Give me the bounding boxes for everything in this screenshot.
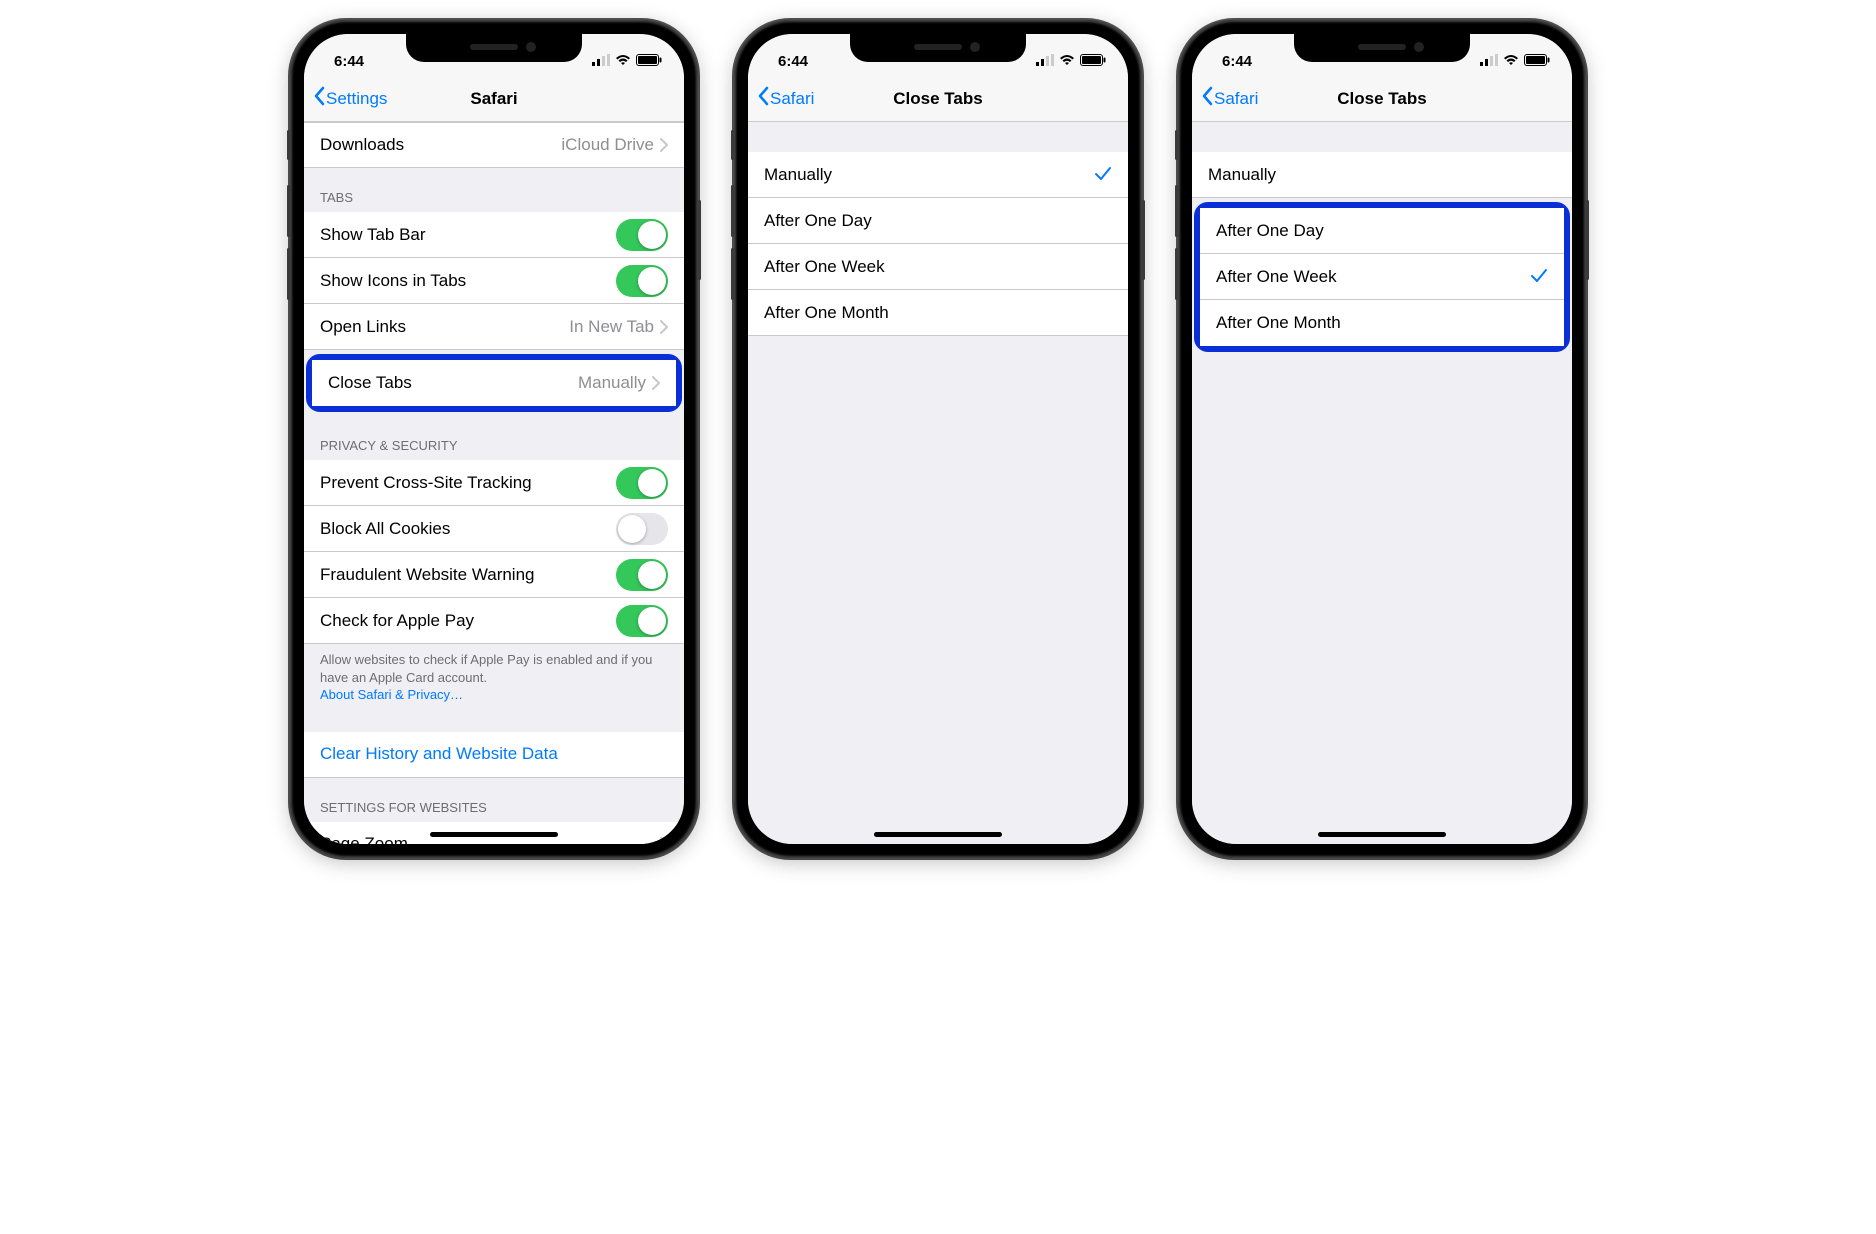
fraud-warning-row[interactable]: Fraudulent Website Warning <box>304 552 684 598</box>
option-one-day[interactable]: After One Day <box>748 198 1128 244</box>
home-indicator <box>874 832 1002 837</box>
battery-icon <box>1080 53 1106 70</box>
block-cookies-toggle[interactable] <box>616 513 668 545</box>
notch <box>406 34 582 62</box>
back-button[interactable]: Safari <box>756 86 814 111</box>
nav-bar: Safari Close Tabs <box>1192 76 1572 122</box>
page-title: Close Tabs <box>1337 89 1426 109</box>
block-cookies-label: Block All Cookies <box>320 519 450 539</box>
privacy-footer-link[interactable]: About Safari & Privacy… <box>320 687 463 702</box>
chevron-right-icon <box>660 320 668 334</box>
close-tabs-highlight: Close Tabs Manually <box>306 354 682 412</box>
option-one-week[interactable]: After One Week <box>1200 254 1564 300</box>
wifi-icon <box>1503 53 1519 70</box>
page-title: Safari <box>470 89 517 109</box>
downloads-row[interactable]: Downloads iCloud Drive <box>304 122 684 168</box>
status-time: 6:44 <box>334 53 364 70</box>
status-time: 6:44 <box>778 53 808 70</box>
nav-bar: Settings Safari <box>304 76 684 122</box>
option-label: Manually <box>764 165 832 185</box>
chevron-right-icon <box>652 376 660 390</box>
prevent-tracking-row[interactable]: Prevent Cross-Site Tracking <box>304 460 684 506</box>
phone-3: 6:44 Safari Close Tabs Manually After On… <box>1178 20 1586 858</box>
wifi-icon <box>1059 53 1075 70</box>
notch <box>1294 34 1470 62</box>
apple-pay-label: Check for Apple Pay <box>320 611 474 631</box>
tabs-section-header: TABS <box>304 168 684 212</box>
checkmark-icon <box>1530 264 1548 290</box>
option-label: Manually <box>1208 165 1276 185</box>
phone-1: 6:44 Settings Safari Downloads iCloud Dr… <box>290 20 698 858</box>
fraud-warning-toggle[interactable] <box>616 559 668 591</box>
show-icons-label: Show Icons in Tabs <box>320 271 466 291</box>
show-tab-bar-row[interactable]: Show Tab Bar <box>304 212 684 258</box>
chevron-left-icon <box>756 86 770 111</box>
close-tabs-label: Close Tabs <box>328 373 412 393</box>
cellular-icon <box>592 53 610 70</box>
status-time: 6:44 <box>1222 53 1252 70</box>
downloads-value: iCloud Drive <box>561 135 654 155</box>
option-label: After One Day <box>764 211 872 231</box>
option-label: After One Month <box>1216 313 1341 333</box>
apple-pay-toggle[interactable] <box>616 605 668 637</box>
battery-icon <box>636 53 662 70</box>
open-links-row[interactable]: Open Links In New Tab <box>304 304 684 350</box>
close-tabs-row[interactable]: Close Tabs Manually <box>312 360 676 406</box>
option-one-month[interactable]: After One Month <box>748 290 1128 336</box>
downloads-label: Downloads <box>320 135 404 155</box>
option-label: After One Week <box>1216 267 1337 287</box>
chevron-left-icon <box>1200 86 1214 111</box>
apple-pay-row[interactable]: Check for Apple Pay <box>304 598 684 644</box>
clear-history-label: Clear History and Website Data <box>320 744 558 764</box>
show-icons-row[interactable]: Show Icons in Tabs <box>304 258 684 304</box>
home-indicator <box>1318 832 1446 837</box>
option-one-month[interactable]: After One Month <box>1200 300 1564 346</box>
option-label: After One Week <box>764 257 885 277</box>
option-one-week[interactable]: After One Week <box>748 244 1128 290</box>
back-label: Safari <box>770 89 814 109</box>
notch <box>850 34 1026 62</box>
show-icons-toggle[interactable] <box>616 265 668 297</box>
back-button[interactable]: Safari <box>1200 86 1258 111</box>
open-links-value: In New Tab <box>569 317 654 337</box>
show-tab-bar-label: Show Tab Bar <box>320 225 426 245</box>
page-zoom-label: Page Zoom <box>320 834 408 844</box>
chevron-right-icon <box>660 837 668 844</box>
wifi-icon <box>615 53 631 70</box>
close-tabs-value: Manually <box>578 373 646 393</box>
show-tab-bar-toggle[interactable] <box>616 219 668 251</box>
cellular-icon <box>1036 53 1054 70</box>
option-label: After One Month <box>764 303 889 323</box>
websites-section-header: SETTINGS FOR WEBSITES <box>304 778 684 822</box>
open-links-label: Open Links <box>320 317 406 337</box>
page-title: Close Tabs <box>893 89 982 109</box>
block-cookies-row[interactable]: Block All Cookies <box>304 506 684 552</box>
option-manually[interactable]: Manually <box>748 152 1128 198</box>
privacy-section-header: PRIVACY & SECURITY <box>304 416 684 460</box>
option-label: After One Day <box>1216 221 1324 241</box>
back-label: Settings <box>326 89 387 109</box>
prevent-tracking-toggle[interactable] <box>616 467 668 499</box>
home-indicator <box>430 832 558 837</box>
cellular-icon <box>1480 53 1498 70</box>
privacy-footer-text: Allow websites to check if Apple Pay is … <box>320 652 652 685</box>
chevron-right-icon <box>660 138 668 152</box>
back-label: Safari <box>1214 89 1258 109</box>
prevent-tracking-label: Prevent Cross-Site Tracking <box>320 473 532 493</box>
back-button[interactable]: Settings <box>312 86 387 111</box>
battery-icon <box>1524 53 1550 70</box>
clear-history-row[interactable]: Clear History and Website Data <box>304 732 684 778</box>
nav-bar: Safari Close Tabs <box>748 76 1128 122</box>
chevron-left-icon <box>312 86 326 111</box>
option-manually[interactable]: Manually <box>1192 152 1572 198</box>
option-one-day[interactable]: After One Day <box>1200 208 1564 254</box>
phone-2: 6:44 Safari Close Tabs Manually After On… <box>734 20 1142 858</box>
privacy-footer: Allow websites to check if Apple Pay is … <box>304 644 684 714</box>
fraud-warning-label: Fraudulent Website Warning <box>320 565 535 585</box>
auto-close-highlight: After One Day After One Week After One M… <box>1194 202 1570 352</box>
checkmark-icon <box>1094 162 1112 188</box>
